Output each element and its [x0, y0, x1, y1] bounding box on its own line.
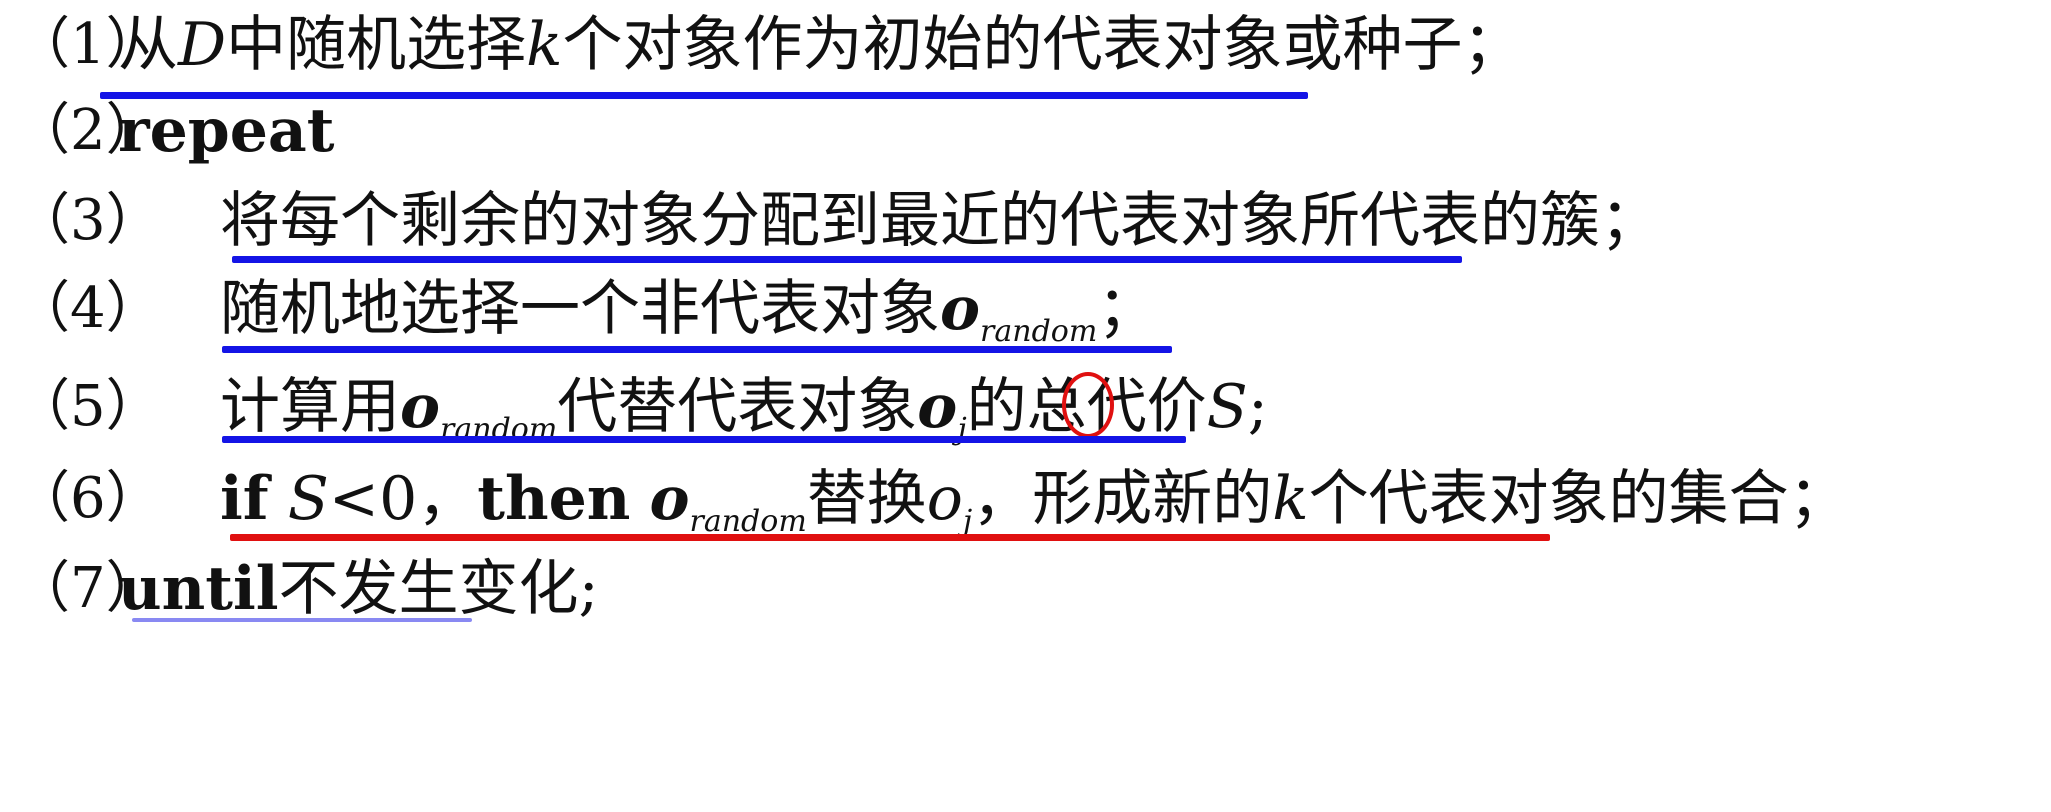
- variable-o: o: [940, 274, 981, 344]
- text-segment: 随机地选择一个非代表对象: [220, 274, 940, 344]
- keyword-until: until: [118, 554, 279, 624]
- step-7: （7） until不发生变化;: [0, 530, 2051, 648]
- circle-highlight-S: [1062, 372, 1114, 438]
- text-segment: ；: [1097, 274, 1158, 344]
- text-segment: ，形成新的: [972, 464, 1273, 534]
- keyword-if: if: [220, 464, 269, 534]
- text-segment: 从: [118, 10, 178, 80]
- subscript-random: random: [980, 314, 1098, 349]
- variable-k: k: [526, 10, 563, 80]
- variable-o: o: [926, 464, 963, 534]
- algorithm-document: （1） 从D中随机选择k个对象作为初始的代表对象或种子； （2） repeat …: [0, 0, 2051, 812]
- keyword-then: then: [477, 464, 631, 534]
- text-segment: 代替代表对象: [557, 372, 918, 442]
- text-segment: 不发生变化;: [278, 554, 599, 624]
- text-segment: ;: [1247, 372, 1268, 442]
- text-segment: 个代表对象的集合；: [1308, 464, 1849, 534]
- step-text: until不发生变化;: [118, 530, 599, 648]
- text-segment: 计算用: [220, 372, 400, 442]
- variable-o: o: [917, 372, 958, 442]
- variable-o: o: [649, 464, 690, 534]
- text-segment: <0，: [328, 464, 478, 534]
- text-segment: 个对象作为初始的代表对象或种子；: [562, 10, 1523, 80]
- variable-S: S: [1206, 372, 1248, 442]
- variable-o: o: [400, 372, 441, 442]
- text-segment: 替换: [806, 464, 927, 534]
- text-segment: 中随机选择: [226, 10, 527, 80]
- underline-blue-step-7: [132, 618, 472, 622]
- variable-k: k: [1272, 464, 1309, 534]
- variable-D: D: [178, 10, 227, 80]
- variable-S: S: [287, 464, 329, 534]
